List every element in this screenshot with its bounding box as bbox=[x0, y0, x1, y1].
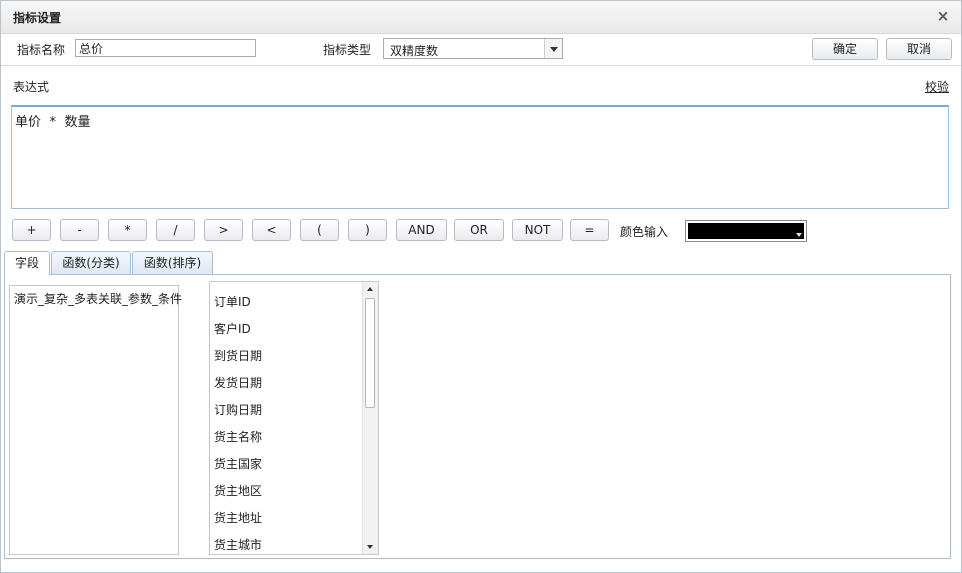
fields-tab-panel: 演示_复杂_多表关联_参数_条件 订单ID 客户ID 到货日期 发货日期 订购日… bbox=[4, 274, 951, 559]
operator-less-button[interactable]: < bbox=[252, 219, 291, 241]
metric-type-value: 双精度数 bbox=[390, 44, 439, 58]
field-list-scrollbar[interactable] bbox=[362, 282, 378, 554]
ok-button[interactable]: 确定 bbox=[812, 38, 878, 60]
validate-link[interactable]: 校验 bbox=[925, 78, 949, 95]
field-list-item[interactable]: 到货日期 bbox=[214, 347, 262, 364]
operator-greater-button[interactable]: > bbox=[204, 219, 243, 241]
color-picker[interactable] bbox=[685, 220, 807, 242]
operator-minus-button[interactable]: - bbox=[60, 219, 99, 241]
field-list-item[interactable]: 货主城市 bbox=[214, 536, 262, 553]
field-list-item[interactable]: 货主名称 bbox=[214, 428, 262, 445]
color-input-label: 颜色输入 bbox=[620, 225, 669, 239]
field-list[interactable]: 订单ID 客户ID 到货日期 发货日期 订购日期 货主名称 货主国家 货主地区 … bbox=[209, 281, 379, 555]
metric-type-label: 指标类型 bbox=[323, 43, 372, 57]
dialog-title: 指标设置 bbox=[13, 11, 62, 25]
cancel-button[interactable]: 取消 bbox=[886, 38, 952, 60]
metric-settings-dialog: 指标设置 × 指标名称 指标类型 双精度数 确定 取消 表达式 校验 单价 * … bbox=[0, 0, 962, 573]
tab-functions-sort[interactable]: 函数(排序) bbox=[132, 251, 213, 274]
expression-label: 表达式 bbox=[13, 80, 50, 94]
operator-multiply-button[interactable]: * bbox=[108, 219, 147, 241]
scrollbar-thumb[interactable] bbox=[365, 298, 375, 408]
field-list-item[interactable]: 订购日期 bbox=[214, 401, 262, 418]
expression-editor[interactable]: 单价 * 数量 bbox=[11, 105, 949, 209]
dialog-titlebar: 指标设置 × bbox=[1, 1, 961, 34]
field-list-item[interactable]: 货主地址 bbox=[214, 509, 262, 526]
expression-text: 单价 * 数量 bbox=[15, 115, 91, 130]
tab-functions-category[interactable]: 函数(分类) bbox=[51, 251, 131, 274]
metric-type-select[interactable]: 双精度数 bbox=[383, 38, 563, 59]
close-icon[interactable]: × bbox=[935, 7, 951, 25]
table-list[interactable]: 演示_复杂_多表关联_参数_条件 bbox=[9, 285, 182, 555]
field-list-item[interactable]: 发货日期 bbox=[214, 374, 262, 391]
chevron-down-icon[interactable] bbox=[544, 39, 562, 58]
operator-open-paren-button[interactable]: ( bbox=[300, 219, 339, 241]
metric-name-label: 指标名称 bbox=[17, 43, 66, 57]
operator-equals-button[interactable]: = bbox=[570, 219, 609, 241]
field-list-item[interactable]: 货主国家 bbox=[214, 455, 262, 472]
operator-close-paren-button[interactable]: ) bbox=[348, 219, 387, 241]
tab-fields[interactable]: 字段 bbox=[4, 251, 50, 275]
table-list-item[interactable]: 演示_复杂_多表关联_参数_条件 bbox=[14, 290, 182, 307]
field-list-item[interactable]: 客户ID bbox=[214, 320, 251, 337]
field-list-item[interactable]: 订单ID bbox=[214, 293, 251, 310]
operator-or-button[interactable]: OR bbox=[454, 219, 504, 241]
scroll-down-icon[interactable] bbox=[363, 540, 378, 554]
operator-plus-button[interactable]: + bbox=[12, 219, 51, 241]
field-list-item[interactable]: 货主地区 bbox=[214, 482, 262, 499]
operator-divide-button[interactable]: / bbox=[156, 219, 195, 241]
scroll-up-icon[interactable] bbox=[363, 282, 378, 296]
divider bbox=[1, 65, 961, 66]
metric-name-input[interactable] bbox=[75, 39, 256, 57]
operator-not-button[interactable]: NOT bbox=[512, 219, 563, 241]
operator-and-button[interactable]: AND bbox=[396, 219, 447, 241]
color-swatch bbox=[688, 223, 804, 239]
